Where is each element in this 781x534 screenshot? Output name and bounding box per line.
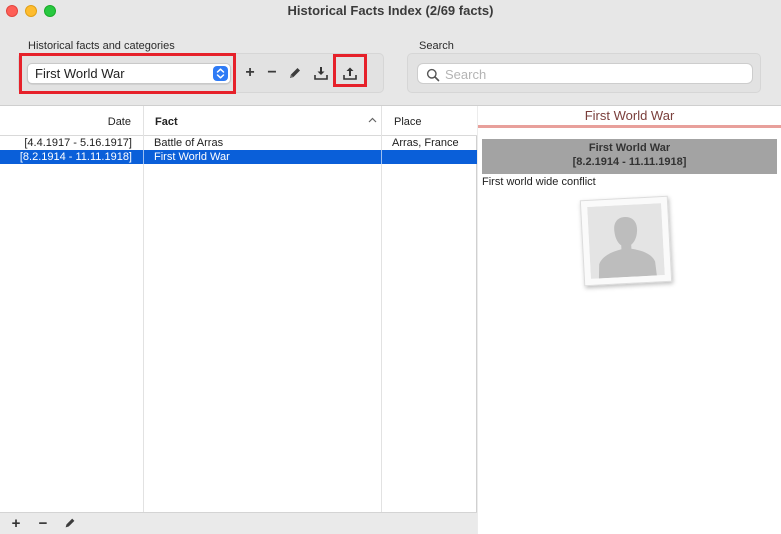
- column-divider: [381, 106, 382, 512]
- download-icon: [314, 67, 328, 80]
- column-header-place[interactable]: Place: [394, 116, 422, 128]
- add-fact-button[interactable]: +: [8, 516, 24, 532]
- detail-title: First World War: [478, 106, 781, 128]
- categories-label: Historical facts and categories: [28, 40, 175, 52]
- cell-date: [8.2.1914 - 11.11.1918]: [19, 151, 132, 163]
- cell-divider: [381, 150, 382, 164]
- remove-category-button[interactable]: −: [263, 64, 281, 82]
- table-bottom-bar: + −: [0, 512, 477, 534]
- app-window: Historical Facts Index (2/69 facts) Hist…: [0, 0, 781, 534]
- detail-box-dates: [8.2.1914 - 11.11.1918]: [572, 156, 687, 168]
- remove-fact-button[interactable]: −: [35, 516, 51, 532]
- magnifier-icon: [426, 68, 440, 82]
- pencil-icon: [290, 68, 300, 78]
- add-category-button[interactable]: +: [241, 64, 259, 82]
- photo-frame[interactable]: [579, 195, 673, 287]
- cell-divider: [143, 150, 144, 164]
- edit-fact-button[interactable]: [62, 516, 78, 532]
- table-header: Date Fact Place: [0, 106, 477, 136]
- detail-header-box: First World War [8.2.1914 - 11.11.1918]: [482, 139, 777, 174]
- cell-place: Arras, France: [392, 137, 459, 149]
- search-label: Search: [419, 40, 454, 52]
- window-title: Historical Facts Index (2/69 facts): [287, 3, 494, 18]
- table-row-selected[interactable]: [8.2.1914 - 11.11.1918] First World War: [0, 150, 477, 164]
- detail-panel: First World War First World War [8.2.191…: [478, 106, 781, 534]
- cell-fact: Battle of Arras: [154, 137, 224, 149]
- person-silhouette-icon: [587, 203, 665, 279]
- detail-box-name: First World War: [588, 142, 671, 154]
- import-button[interactable]: [312, 64, 330, 82]
- search-input[interactable]: [445, 66, 735, 82]
- cell-date: [4.4.1917 - 5.16.1917]: [24, 137, 132, 149]
- detail-description: First world wide conflict: [482, 176, 596, 188]
- facts-table: Date Fact Place [4.4.1917 - 5.16.1917] B…: [0, 106, 477, 512]
- pencil-icon: [65, 518, 75, 528]
- edit-category-button[interactable]: [286, 64, 304, 82]
- cell-fact: First World War: [154, 151, 230, 163]
- highlight-frame-export: [333, 54, 367, 87]
- column-header-date[interactable]: Date: [0, 116, 131, 128]
- highlight-frame-category: [19, 53, 236, 94]
- table-row[interactable]: [4.4.1917 - 5.16.1917] Battle of Arras A…: [0, 136, 477, 150]
- column-header-fact[interactable]: Fact: [155, 116, 178, 128]
- search-field[interactable]: [417, 63, 753, 84]
- sort-ascending-icon: [368, 117, 377, 123]
- column-divider: [143, 106, 144, 512]
